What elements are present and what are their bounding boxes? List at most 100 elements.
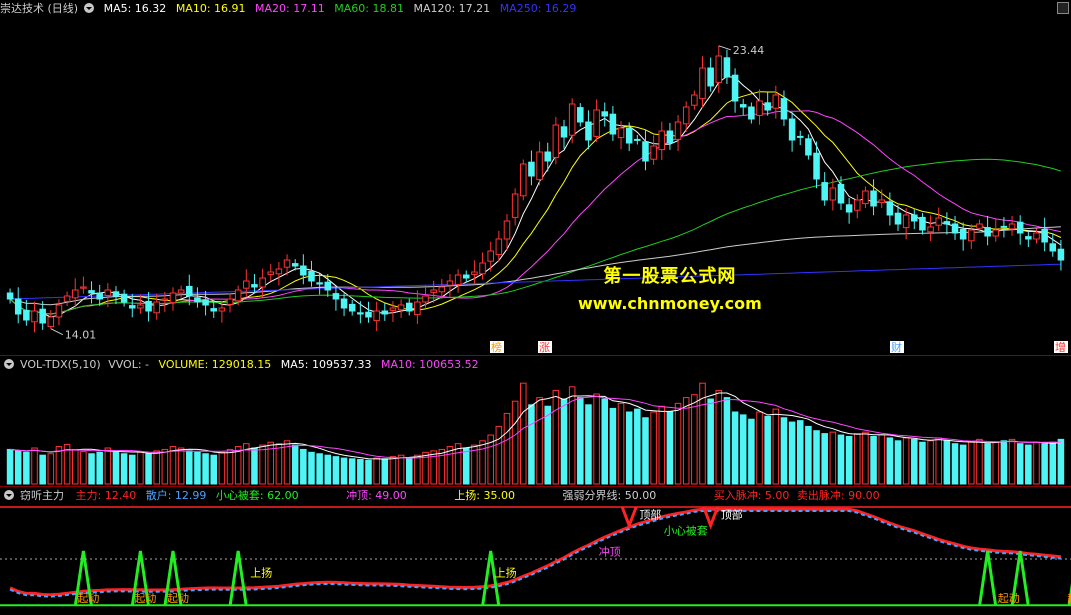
vol-title[interactable]: VOL-TDX(5,10) <box>20 358 101 371</box>
candle-body <box>666 130 674 144</box>
ma10-line <box>9 91 1062 315</box>
volume-bar <box>210 454 217 485</box>
candle-body <box>691 94 698 106</box>
indicator-chart[interactable]: 起动起动起动上扬上扬冲顶小心被套顶部顶部起动起动 <box>0 503 1071 615</box>
ma10-label: MA10: 16.91 <box>175 2 246 15</box>
candle-body <box>943 221 951 225</box>
candle-body <box>935 217 943 226</box>
volume-label: VOLUME: 129018.15 <box>158 358 272 371</box>
candle-body <box>992 229 1000 237</box>
ind-title[interactable]: 窃听主力 <box>20 489 64 502</box>
candle-body <box>585 121 592 141</box>
volume-bar <box>1033 441 1040 485</box>
candle-body <box>218 307 226 312</box>
signal-label: 起动 <box>1067 592 1071 605</box>
candle-body <box>837 183 845 204</box>
candle-body <box>275 268 283 275</box>
volume-bar <box>332 456 340 485</box>
volume-bar <box>1049 441 1057 485</box>
volume-bar <box>756 411 763 485</box>
volume-bar <box>845 435 853 485</box>
volume-bar <box>348 458 356 485</box>
volume-bar <box>748 418 755 485</box>
candle-body <box>862 190 869 205</box>
volume-bar <box>324 454 332 485</box>
candle-body <box>699 67 706 100</box>
candle-body <box>1057 248 1065 261</box>
volume-bar <box>552 389 560 485</box>
signal-label: 上扬 <box>250 565 272 579</box>
candle-body <box>96 292 103 300</box>
candle-body <box>601 111 609 117</box>
candle-body <box>984 227 991 237</box>
candle-body <box>764 102 771 111</box>
volume-bar <box>153 450 160 485</box>
candle-body <box>186 285 193 297</box>
candle-body <box>259 277 266 288</box>
maximize-icon[interactable] <box>1057 2 1069 14</box>
stock-title[interactable]: 崇达技术 (日线) <box>0 2 78 15</box>
candle-body <box>365 311 372 318</box>
candle-body <box>805 138 812 156</box>
watermark-title: 第一股票公式网 <box>603 266 737 287</box>
volume-bar <box>854 433 861 485</box>
volume-bar <box>805 425 812 485</box>
candle-body <box>813 152 820 180</box>
volume-bar <box>837 434 845 485</box>
candle-body <box>609 113 617 135</box>
menu-dropdown-icon[interactable] <box>84 3 95 13</box>
volume-bar <box>161 448 169 485</box>
volume-bar <box>650 411 657 485</box>
candle-body <box>976 223 983 229</box>
volume-bar <box>511 400 519 485</box>
candle-body <box>927 226 934 233</box>
volume-bar <box>520 382 527 485</box>
signal-label: 起动 <box>134 592 156 605</box>
volume-bar <box>976 438 983 485</box>
volume-bar <box>813 430 820 485</box>
volume-bar <box>462 447 470 485</box>
zhuli-label: 主力: 12.40 <box>75 489 137 502</box>
candle-body <box>373 310 380 322</box>
volume-bar <box>169 446 177 485</box>
candle-body <box>715 55 723 83</box>
volume-bar <box>959 444 967 485</box>
candle-body <box>397 304 405 311</box>
volume-bar <box>984 443 991 485</box>
candle-body <box>177 289 185 294</box>
signal-label: 起动 <box>167 592 189 605</box>
vol-ma5-label: MA5: 109537.33 <box>280 358 372 371</box>
candle-body <box>234 289 242 302</box>
indicator-lines <box>0 506 1071 607</box>
ma5-label: MA5: 16.32 <box>103 2 167 15</box>
volume-bar <box>1000 440 1008 485</box>
volume-bar <box>764 415 771 485</box>
candle-body <box>6 292 14 300</box>
volume-chart[interactable] <box>0 372 1071 486</box>
candle-body <box>642 141 649 162</box>
volume-bar <box>536 397 543 485</box>
candle-body <box>959 228 967 240</box>
volume-bars <box>6 382 1065 485</box>
candle-body <box>120 293 128 303</box>
volume-bar <box>927 440 934 485</box>
candle-body <box>381 310 389 315</box>
candle-body <box>169 292 177 304</box>
candle-body <box>267 271 275 275</box>
chongding-label: 冲顶: 49.00 <box>346 489 407 502</box>
candle-body <box>31 310 38 323</box>
volume-bar <box>617 402 625 485</box>
candle-body <box>63 295 71 302</box>
signal-label: 小心被套 <box>664 525 708 538</box>
kline-chart[interactable]: 23.44 14.01 榜 涨 财 增 <box>0 16 1071 356</box>
candle-body <box>870 190 877 207</box>
volume-bar <box>14 450 22 485</box>
candle-body <box>1016 221 1024 234</box>
indicator-menu-icon[interactable] <box>4 490 14 500</box>
volume-bar <box>560 398 568 485</box>
candle-body <box>446 280 454 286</box>
volume-bar <box>788 421 796 485</box>
volume-bar <box>658 405 666 485</box>
volume-menu-icon[interactable] <box>4 359 14 369</box>
candle-body <box>772 94 780 109</box>
